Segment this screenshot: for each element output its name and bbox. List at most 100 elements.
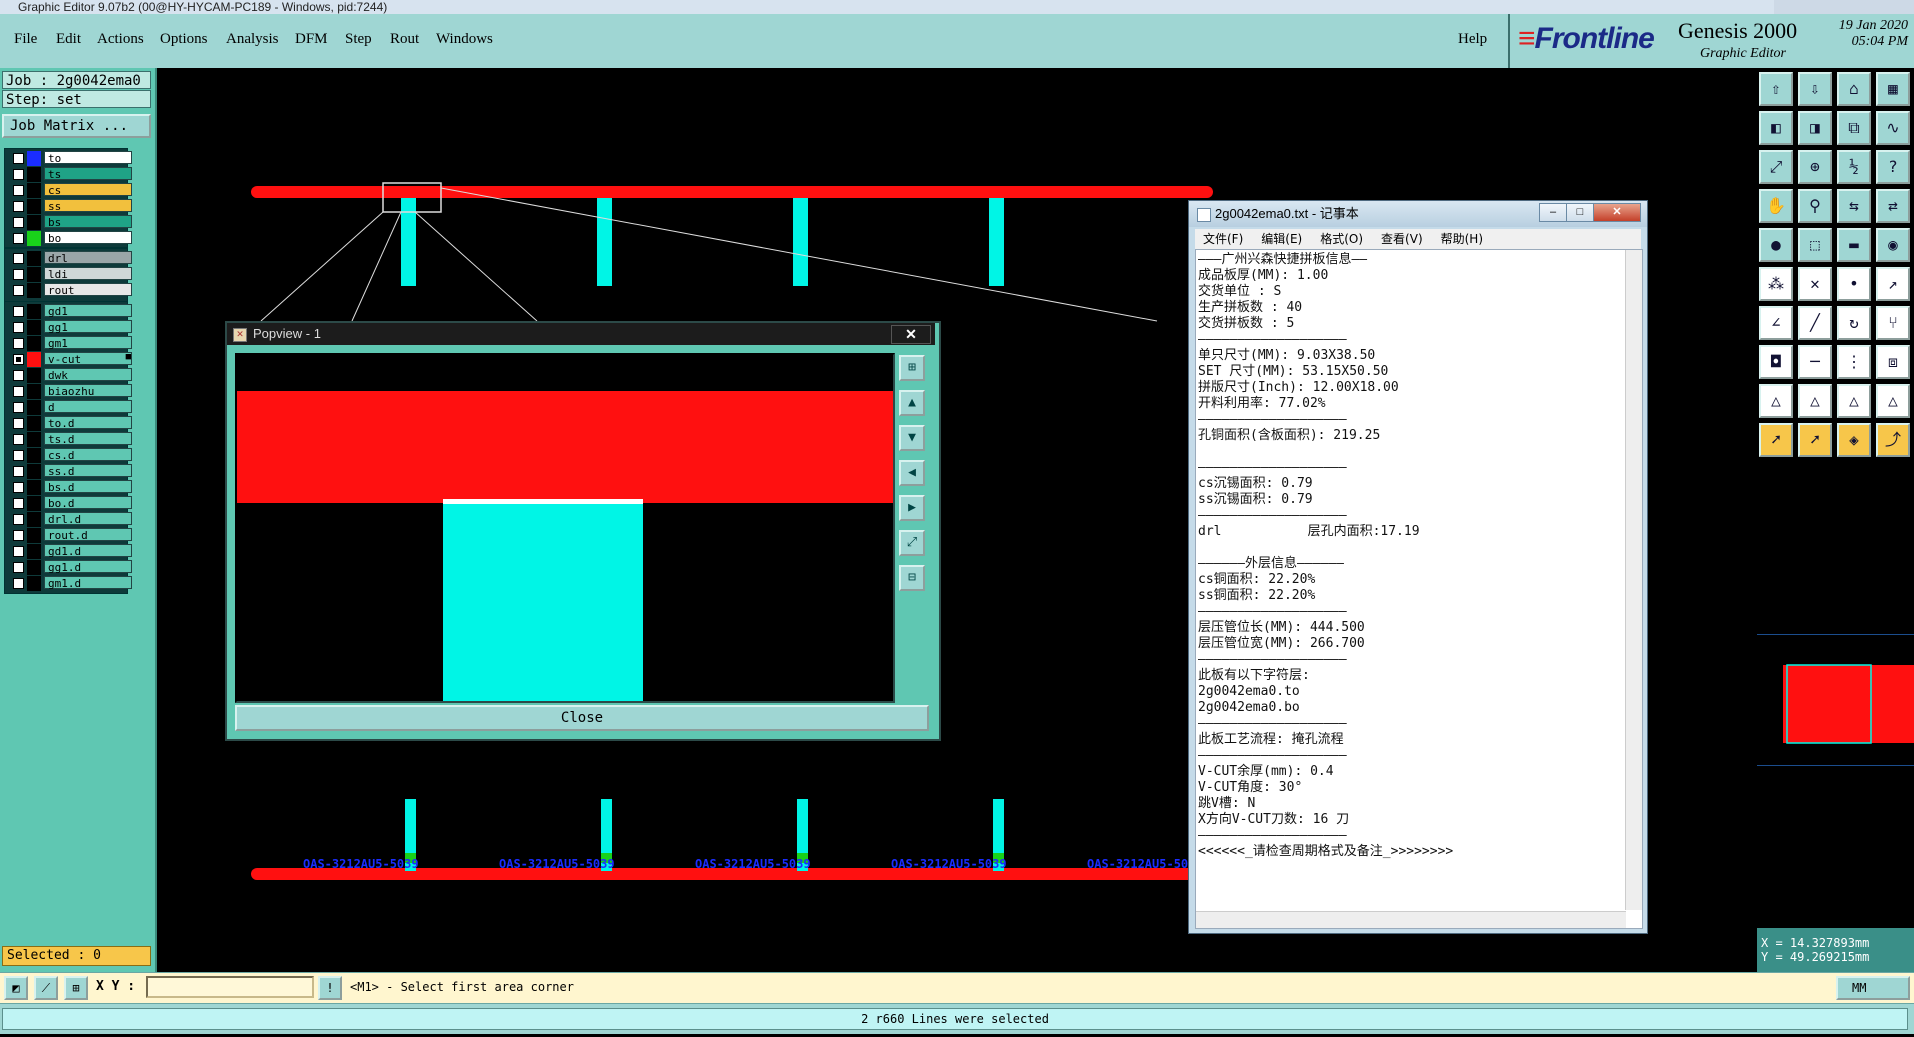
hand-icon[interactable]: ✋: [1759, 189, 1793, 223]
layer-row-bo[interactable]: bo: [11, 231, 132, 246]
layer-color-swatch[interactable]: [27, 352, 41, 367]
layer-checkbox[interactable]: [13, 169, 24, 180]
select-arrow2-icon[interactable]: ➚: [1798, 423, 1832, 457]
layer-name[interactable]: ldi: [44, 267, 132, 281]
layer-color-swatch[interactable]: [27, 183, 41, 198]
layer-name[interactable]: rout: [44, 283, 132, 297]
layer-row-bo.d[interactable]: bo.d: [11, 496, 132, 511]
angle-icon[interactable]: ∠: [1759, 306, 1793, 340]
layer-checkbox[interactable]: [13, 338, 24, 349]
close-icon[interactable]: ✕: [1593, 203, 1641, 222]
layer-name[interactable]: bs.d: [44, 480, 132, 494]
fit-icon[interactable]: ⤢: [1759, 150, 1793, 184]
pad-icon[interactable]: ◘: [1759, 345, 1793, 379]
route-icon[interactable]: ⤴: [1876, 423, 1910, 457]
layer-row-cs[interactable]: cs: [11, 183, 132, 198]
layer-row-bs[interactable]: bs: [11, 215, 132, 230]
layer-color-swatch[interactable]: [27, 416, 41, 431]
pin-icon[interactable]: ⚲: [1798, 189, 1832, 223]
split-icon[interactable]: ⧉: [1837, 111, 1871, 145]
layer-checkbox[interactable]: [13, 201, 24, 212]
layer-checkbox[interactable]: [13, 450, 24, 461]
notepad-title-bar[interactable]: 2g0042ema0.txt - 记事本 – □ ✕: [1189, 201, 1647, 227]
layer-row-bs.d[interactable]: bs.d: [11, 480, 132, 495]
help-icon[interactable]: ?: [1876, 150, 1910, 184]
layer-row-ts[interactable]: ts: [11, 167, 132, 182]
layer-name[interactable]: bo.d: [44, 496, 132, 510]
grid-mode-icon[interactable]: ⊞: [64, 976, 88, 1000]
popview-pan-left-icon[interactable]: ◀: [899, 460, 925, 486]
triangle3-icon[interactable]: △: [1837, 384, 1871, 418]
ray-icon[interactable]: ↗: [1876, 267, 1910, 301]
layer-name[interactable]: gd1.d: [44, 544, 132, 558]
record-icon[interactable]: ●: [1759, 228, 1793, 262]
layer-name[interactable]: biaozhu: [44, 384, 132, 398]
layer-row-drl[interactable]: drl: [11, 251, 132, 266]
notepad-menu-help[interactable]: 帮助(H): [1441, 232, 1483, 246]
layer-name[interactable]: ss.d: [44, 464, 132, 478]
slash-icon[interactable]: ╱: [1798, 306, 1832, 340]
layer-row-gd1[interactable]: gd1: [11, 304, 132, 319]
grid-view-icon[interactable]: ▦: [1876, 72, 1910, 106]
layer-name[interactable]: ts.d: [44, 432, 132, 446]
layer-color-swatch[interactable]: [27, 496, 41, 511]
menu-analysis[interactable]: Analysis: [226, 31, 279, 48]
layer-color-swatch[interactable]: [27, 528, 41, 543]
menu-options[interactable]: Options: [160, 31, 208, 48]
layer-name[interactable]: to: [44, 151, 132, 165]
triangle2-icon[interactable]: △: [1798, 384, 1832, 418]
layer-checkbox[interactable]: [13, 546, 24, 557]
layer-checkbox[interactable]: [13, 482, 24, 493]
layer-color-swatch[interactable]: [27, 464, 41, 479]
notepad-menu-edit[interactable]: 编辑(E): [1261, 232, 1302, 246]
layer-name[interactable]: bs: [44, 215, 132, 229]
layer-row-ss.d[interactable]: ss.d: [11, 464, 132, 479]
layer-color-swatch[interactable]: [27, 304, 41, 319]
popview-viewport[interactable]: [235, 353, 895, 703]
circle-icon[interactable]: ◉: [1876, 228, 1910, 262]
layer-name[interactable]: gm1.d: [44, 576, 132, 590]
layer-checkbox[interactable]: [13, 233, 24, 244]
layer-checkbox[interactable]: [13, 285, 24, 296]
layer-row-rout.d[interactable]: rout.d: [11, 528, 132, 543]
minimize-icon[interactable]: –: [1539, 203, 1567, 222]
layer-name[interactable]: bo: [44, 231, 132, 245]
layer-name[interactable]: gg1.d: [44, 560, 132, 574]
horizontal-scrollbar[interactable]: [1196, 911, 1626, 928]
layer-name[interactable]: gm1: [44, 336, 132, 350]
layer-checkbox[interactable]: [13, 578, 24, 589]
layer-checkbox[interactable]: [13, 217, 24, 228]
layer-row-cs.d[interactable]: cs.d: [11, 448, 132, 463]
layer-checkbox[interactable]: [13, 498, 24, 509]
panel-right-icon[interactable]: ◨: [1798, 111, 1832, 145]
home-icon[interactable]: ⌂: [1837, 72, 1871, 106]
arc-icon[interactable]: ↻: [1837, 306, 1871, 340]
layer-row-rout[interactable]: rout: [11, 283, 132, 298]
popview-zoom-out-icon[interactable]: ⊟: [899, 565, 925, 591]
layer-checkbox[interactable]: [13, 306, 24, 317]
snap-mode-icon[interactable]: ◩: [4, 976, 28, 1000]
layer-color-swatch[interactable]: [27, 544, 41, 559]
layer-name[interactable]: d: [44, 400, 132, 414]
layer-row-gd1.d[interactable]: gd1.d: [11, 544, 132, 559]
panel-left-icon[interactable]: ◧: [1759, 111, 1793, 145]
layer-row-gg1.d[interactable]: gg1.d: [11, 560, 132, 575]
layer-checkbox[interactable]: [13, 386, 24, 397]
layer-name[interactable]: drl: [44, 251, 132, 265]
units-select[interactable]: MM: [1836, 976, 1910, 1000]
measure-mode-icon[interactable]: ⟋: [34, 976, 58, 1000]
layer-row-ldi[interactable]: ldi: [11, 267, 132, 282]
layer-checkbox[interactable]: [13, 370, 24, 381]
notepad-text-area[interactable]: ———广州兴森快捷拼板信息—— 成品板厚(MM): 1.00 交货单位 : S 生产拼…: [1195, 249, 1643, 929]
notepad-menu-format[interactable]: 格式(O): [1320, 232, 1363, 246]
layer-checkbox[interactable]: [13, 514, 24, 525]
layer-color-swatch[interactable]: [27, 283, 41, 298]
layer-color-swatch[interactable]: [27, 432, 41, 447]
layer-color-swatch[interactable]: [27, 231, 41, 246]
layer-row-gg1[interactable]: gg1: [11, 320, 132, 335]
menu-step[interactable]: Step: [345, 31, 372, 48]
layer-row-to[interactable]: to: [11, 151, 132, 166]
snap-icon[interactable]: ⬚: [1798, 228, 1832, 262]
layer-checkbox[interactable]: [13, 153, 24, 164]
layer-color-swatch[interactable]: [27, 215, 41, 230]
